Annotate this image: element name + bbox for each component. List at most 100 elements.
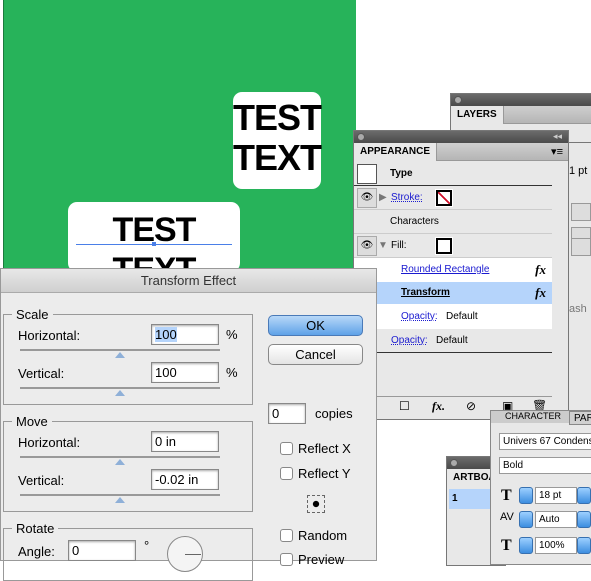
leading-stepper[interactable] (519, 511, 533, 528)
stroke-none-swatch[interactable] (435, 189, 453, 207)
align-stroke-button[interactable] (571, 238, 591, 256)
stroke-panel: 1 pt ash (566, 143, 591, 413)
slider-thumb[interactable] (115, 497, 125, 503)
fill-white-swatch[interactable] (435, 237, 453, 255)
scale-dropdown[interactable] (577, 537, 591, 554)
panel-titlebar[interactable] (451, 94, 591, 106)
dialog-title: Transform Effect (1, 269, 376, 293)
move-horizontal-input[interactable]: 0 in (151, 431, 219, 452)
scale-vertical-input[interactable]: 100 (151, 362, 219, 383)
eye-icon[interactable]: 👁 (357, 188, 377, 208)
collapse-arrow-icon[interactable]: ▼ (378, 240, 388, 251)
degree-unit: ° (144, 538, 150, 553)
rotate-group: Rotate Angle: 0 ° (3, 521, 253, 581)
random-checkbox[interactable]: Random (280, 528, 347, 543)
move-vertical-label: Vertical: (18, 473, 65, 488)
close-icon[interactable] (357, 133, 365, 141)
thumbnail (357, 164, 377, 184)
size-stepper[interactable] (519, 487, 533, 504)
text-line: TEXT (233, 137, 322, 178)
reference-point-icon[interactable] (307, 495, 325, 513)
cancel-button[interactable]: Cancel (268, 344, 363, 365)
scale-stepper[interactable] (519, 537, 533, 554)
selection-baseline (76, 242, 232, 246)
row-fill[interactable]: 👁 ▼ Fill: (354, 234, 552, 258)
move-legend: Move (16, 414, 48, 429)
transform-effect-dialog: Transform Effect Scale Horizontal: 100 %… (0, 268, 377, 581)
scale-group: Scale Horizontal: 100 % Vertical: 100 % (3, 307, 253, 405)
characters-label: Characters (390, 216, 439, 227)
fill-label[interactable]: Fill: (391, 240, 407, 251)
random-label: Random (298, 528, 348, 543)
row-characters[interactable]: Characters (354, 210, 552, 234)
copies-label: copies (315, 406, 353, 421)
scale-horizontal-input[interactable]: 100 (155, 327, 177, 342)
percent-unit: % (226, 365, 238, 380)
close-icon[interactable] (450, 459, 458, 467)
ok-button[interactable]: OK (268, 315, 363, 336)
angle-label: Angle: (18, 544, 55, 559)
anchor-point[interactable] (152, 242, 156, 246)
panel-titlebar[interactable]: ◂◂ (354, 131, 568, 143)
type-label: Type (390, 168, 413, 179)
row-opacity[interactable]: Opacity: Default (354, 329, 552, 353)
angle-input[interactable]: 0 (68, 540, 136, 561)
scale-horizontal-label: Horizontal: (18, 328, 81, 343)
rounded-rectangle-link[interactable]: Rounded Rectangle (401, 264, 489, 275)
opacity-value: Default (436, 335, 468, 346)
clear-icon[interactable]: ⊘ (466, 399, 476, 413)
fx-menu-icon[interactable]: fx. (432, 399, 445, 414)
horizontal-scale-field[interactable]: 100% (535, 537, 577, 554)
rotate-legend: Rotate (16, 521, 55, 536)
text-object-stacked[interactable]: TEST TEXT (233, 92, 322, 189)
opacity-link[interactable]: Opacity: (391, 335, 428, 346)
kerning-icon: AV (500, 511, 514, 523)
angle-dial[interactable] (167, 536, 203, 572)
close-icon[interactable] (454, 96, 462, 104)
scale-horizontal-slider[interactable] (20, 349, 220, 358)
stroke-weight[interactable]: 1 pt (569, 165, 587, 177)
row-transform[interactable]: Transform fx (354, 282, 552, 304)
move-vertical-input[interactable]: -0.02 in (151, 469, 219, 490)
row-fill-opacity[interactable]: Opacity: Default (354, 304, 552, 329)
reflect-x-checkbox[interactable]: Reflect X (280, 441, 351, 456)
fx-icon[interactable]: fx (535, 285, 546, 301)
add-stroke-icon[interactable]: ☐ (399, 399, 410, 413)
font-size-field[interactable]: 18 pt (535, 487, 577, 504)
panel-menu-icon[interactable]: ▾≡ (551, 145, 563, 158)
move-group: Move Horizontal: 0 in Vertical: -0.02 in (3, 414, 253, 512)
slider-thumb[interactable] (115, 459, 125, 465)
font-style-field[interactable]: Bold (499, 457, 591, 474)
cap-button[interactable] (571, 203, 591, 221)
text-object-selected[interactable]: TEST TEXT (68, 202, 240, 289)
leading-field[interactable]: Auto (535, 511, 577, 528)
eye-icon[interactable]: 👁 (357, 236, 377, 256)
scale-vertical-slider[interactable] (20, 387, 220, 396)
collapse-icon[interactable]: ◂◂ (553, 131, 562, 142)
font-family-field[interactable]: Univers 67 Condensed (499, 433, 591, 450)
tab-appearance[interactable]: APPEARANCE (354, 143, 438, 161)
move-horizontal-slider[interactable] (20, 456, 220, 465)
row-stroke[interactable]: 👁 ▶ Stroke: (354, 186, 552, 210)
horizontal-scale-icon: T (501, 537, 512, 554)
transform-link[interactable]: Transform (401, 287, 450, 298)
fx-icon[interactable]: fx (535, 262, 546, 278)
size-dropdown[interactable] (577, 487, 591, 504)
row-type[interactable]: Type (354, 162, 552, 186)
slider-thumb[interactable] (115, 390, 125, 396)
tab-layers[interactable]: LAYERS (451, 106, 504, 124)
tab-paragraph[interactable]: PAR (569, 411, 591, 425)
stroke-link[interactable]: Stroke: (391, 192, 423, 203)
reflect-x-label: Reflect X (298, 441, 351, 456)
slider-thumb[interactable] (115, 352, 125, 358)
expand-arrow-icon[interactable]: ▶ (379, 192, 387, 203)
reflect-y-label: Reflect Y (298, 466, 351, 481)
opacity-link[interactable]: Opacity: (401, 311, 438, 322)
copies-input[interactable]: 0 (268, 403, 306, 424)
move-vertical-slider[interactable] (20, 494, 220, 503)
row-rounded-rectangle[interactable]: Rounded Rectangle fx (354, 258, 552, 282)
reflect-y-checkbox[interactable]: Reflect Y (280, 466, 351, 481)
scale-vertical-label: Vertical: (18, 366, 65, 381)
preview-checkbox[interactable]: Preview (280, 552, 344, 567)
leading-dropdown[interactable] (577, 511, 591, 528)
